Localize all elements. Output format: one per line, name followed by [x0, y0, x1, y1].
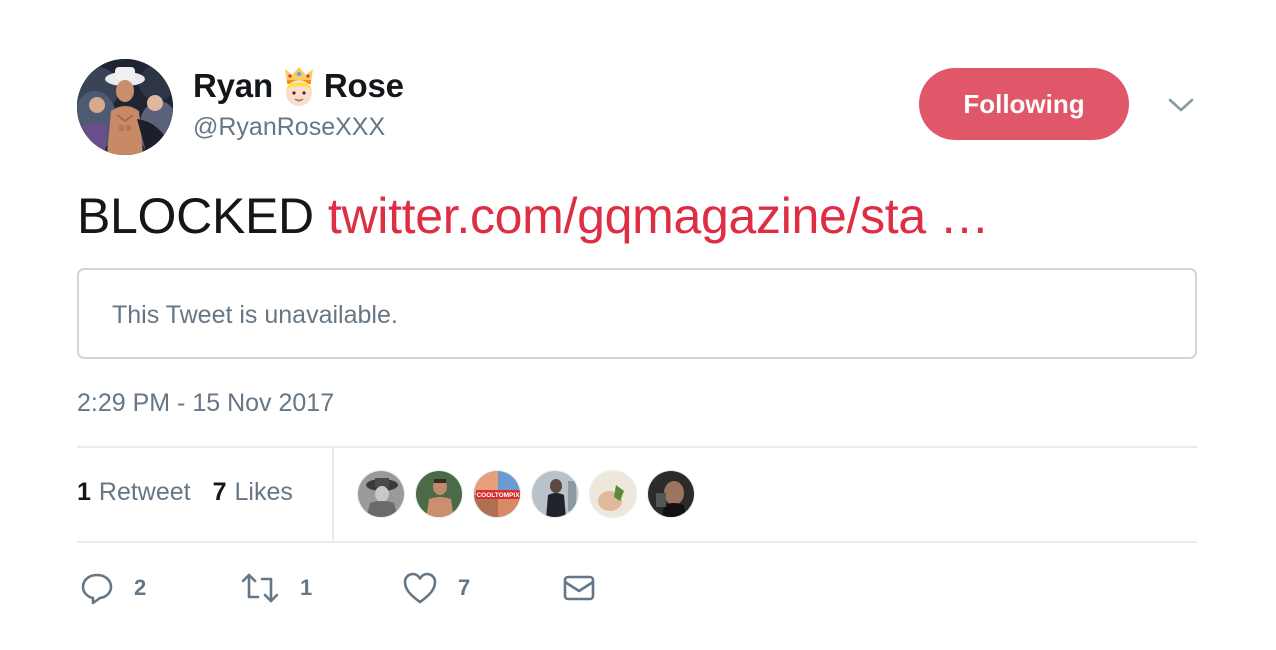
stats-vertical-divider	[332, 448, 334, 541]
retweet-button[interactable]: 1	[240, 571, 402, 605]
following-button[interactable]: Following	[919, 68, 1129, 140]
liker-avatar-5[interactable]	[589, 470, 637, 518]
tweet-text: BLOCKED twitter.com/gqmagazine/sta …	[77, 186, 990, 246]
reply-count: 2	[134, 575, 147, 600]
likes-stat[interactable]: 7 Likes	[213, 478, 293, 507]
prince-emoji-icon	[280, 64, 318, 108]
chevron-down-icon	[1168, 98, 1194, 112]
likes-stat-count: 7	[212, 478, 227, 506]
direct-message-button[interactable]	[562, 573, 596, 603]
author-avatar[interactable]	[77, 59, 173, 155]
envelope-icon	[563, 575, 595, 601]
tweet-text-body: BLOCKED	[77, 188, 314, 244]
stats-divider-top	[77, 446, 1197, 448]
retweet-stat-label: Retweet	[98, 478, 191, 506]
author-name-last: Rose	[323, 67, 404, 104]
liker-avatar-3[interactable]: COOLTOMPIX	[473, 470, 521, 518]
tweet-link[interactable]: twitter.com/gqmagazine/sta …	[328, 188, 990, 244]
tweet-menu-button[interactable]	[1166, 92, 1196, 118]
retweet-stat-count: 1	[77, 478, 91, 506]
retweet-count: 1	[300, 575, 313, 600]
like-button[interactable]: 7	[402, 571, 562, 605]
reply-button[interactable]: 2	[80, 571, 240, 605]
likes-stat-label: Likes	[234, 478, 293, 506]
author-name-first: Ryan	[193, 67, 273, 104]
tweet-timestamp[interactable]: 2:29 PM - 15 Nov 2017	[77, 389, 334, 418]
liker-avatar-4[interactable]	[531, 470, 579, 518]
author-name[interactable]: Ryan Rose	[193, 64, 404, 108]
quoted-tweet-card[interactable]: This Tweet is unavailable.	[77, 268, 1197, 359]
liker-avatar-6[interactable]	[647, 470, 695, 518]
reply-icon	[81, 573, 113, 605]
liker-avatar-2[interactable]	[415, 470, 463, 518]
liker-avatar-1[interactable]	[357, 470, 405, 518]
author-avatar-photo	[77, 59, 173, 155]
tweet-stats: 1 Retweet 7 Likes	[77, 478, 315, 507]
tweet-actions: 2 1 7	[80, 568, 596, 608]
retweet-stat[interactable]: 1 Retweet	[77, 478, 191, 507]
quoted-tweet-unavailable-text: This Tweet is unavailable.	[112, 301, 398, 329]
like-count: 7	[458, 575, 471, 600]
stats-divider-bottom	[77, 541, 1197, 543]
retweet-icon	[241, 573, 279, 603]
heart-icon	[403, 572, 437, 604]
likers-avatars: COOLTOMPIX	[357, 470, 705, 518]
liker-badge-text: COOLTOMPIX	[476, 492, 520, 499]
author-handle[interactable]: @RyanRoseXXX	[193, 113, 385, 142]
